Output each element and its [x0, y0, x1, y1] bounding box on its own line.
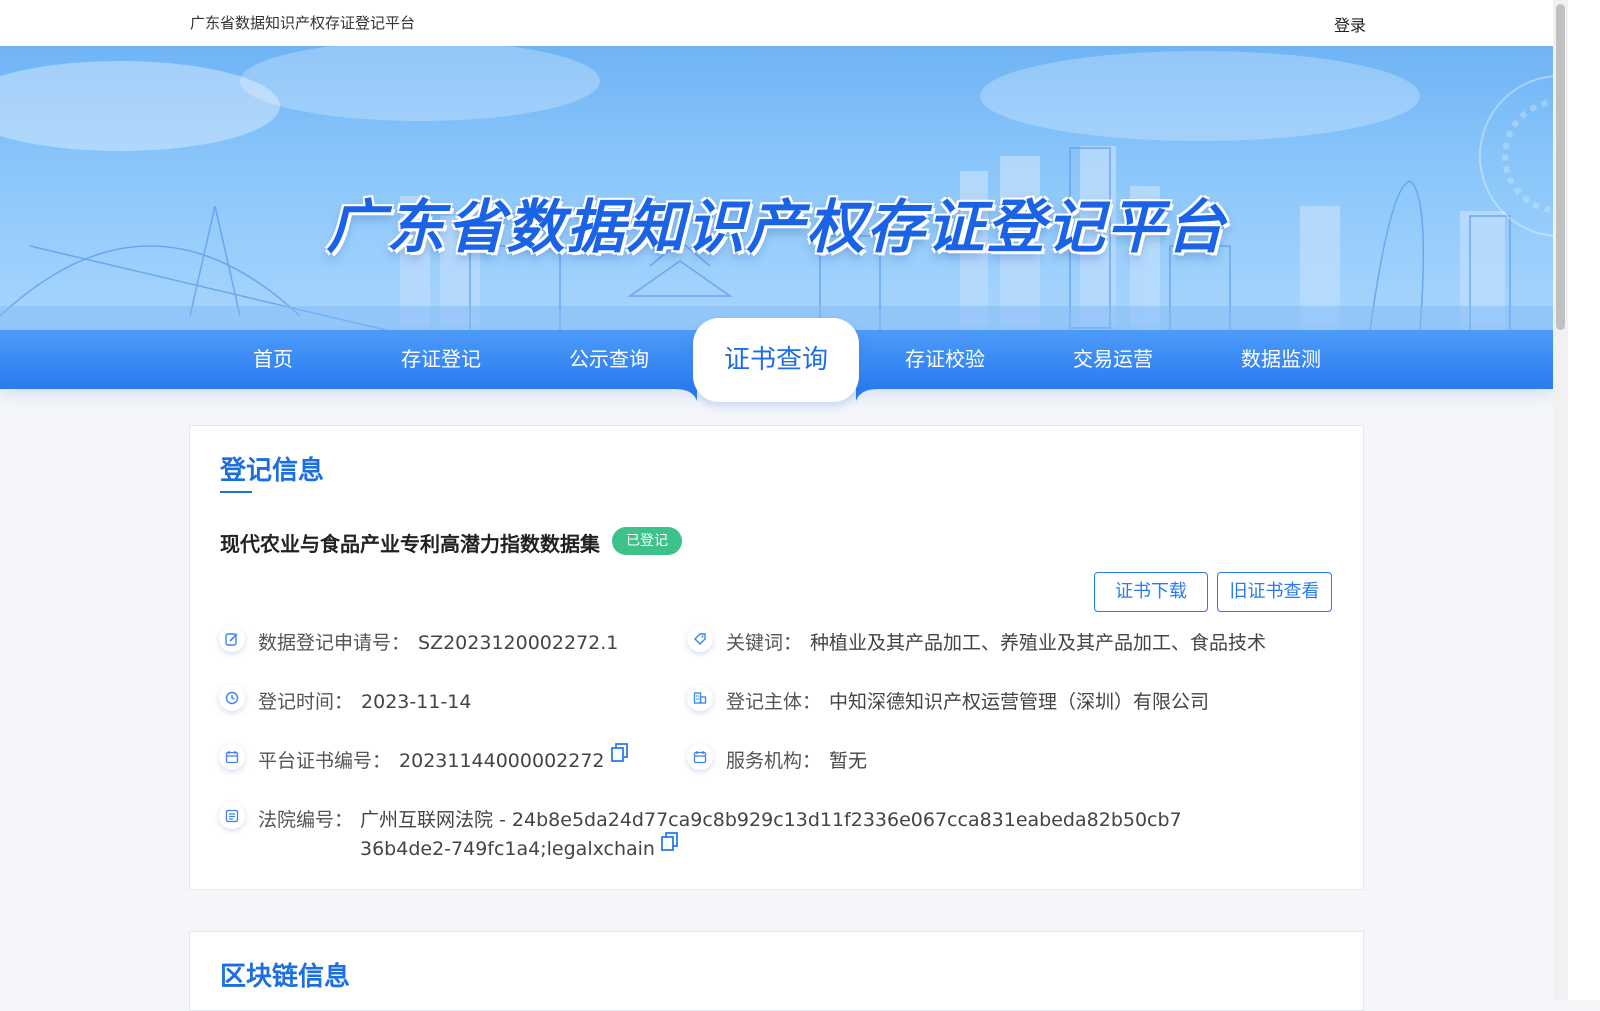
registration-info-card: 登记信息 现代农业与食品产业专利高潜力指数数据集 已登记 证书下载 旧证书查看 …: [189, 425, 1364, 890]
scrollbar-thumb[interactable]: [1556, 4, 1565, 330]
application-no-row: 数据登记申请号： SZ2023120002272.1: [258, 628, 618, 655]
court-no-value: 广州互联网法院 - 24b8e5da24d77ca9c8b929c13d11f2…: [360, 809, 1182, 860]
nav-item-monitor[interactable]: 数据监测: [1197, 330, 1365, 389]
copy-icon[interactable]: [661, 832, 679, 861]
application-no-label: 数据登记申请号：: [258, 632, 411, 654]
banner-title: 广东省数据知识产权存证登记平台: [326, 193, 1227, 261]
edit-icon: [219, 626, 245, 652]
blockchain-section-title: 区块链信息: [220, 962, 351, 992]
subject-row: 登记主体： 中知深德知识产权运营管理（深圳）有限公司: [726, 687, 1209, 714]
keywords-value: 种植业及其产品加工、养殖业及其产品加工、食品技术: [810, 632, 1267, 654]
nav-active-right-wing: [856, 389, 878, 401]
agency-value: 暂无: [829, 750, 868, 772]
dataset-name: 现代农业与食品产业专利高潜力指数数据集: [220, 532, 600, 556]
status-badge: 已登记: [612, 527, 682, 555]
nav-item-registration[interactable]: 存证登记: [357, 330, 525, 389]
nav-item-trade[interactable]: 交易运营: [1029, 330, 1197, 389]
copy-icon[interactable]: [610, 743, 629, 768]
login-link[interactable]: 登录: [1334, 12, 1366, 36]
cert-no-value: 20231144000002272: [399, 750, 605, 772]
section-underline: [220, 491, 252, 493]
cert-download-button[interactable]: 证书下载: [1094, 572, 1208, 612]
subject-value: 中知深德知识产权运营管理（深圳）有限公司: [829, 691, 1210, 713]
nav-item-public-query[interactable]: 公示查询: [525, 330, 693, 389]
application-no-value: SZ2023120002272.1: [418, 632, 619, 654]
company-icon: [687, 685, 713, 711]
agency-row: 服务机构： 暂无: [726, 746, 867, 773]
keywords-label: 关键词：: [726, 632, 803, 654]
cert-no-row: 平台证书编号： 20231144000002272: [258, 743, 629, 773]
top-bar: 广东省数据知识产权存证登记平台 登录: [0, 0, 1553, 46]
agency-label: 服务机构：: [726, 750, 822, 772]
calendar-icon: [687, 744, 713, 770]
subject-label: 登记主体：: [726, 691, 822, 713]
old-cert-view-button[interactable]: 旧证书查看: [1217, 572, 1332, 612]
court-no-label: 法院编号：: [258, 809, 354, 831]
reg-time-row: 登记时间： 2023-11-14: [258, 687, 471, 714]
blockchain-info-card: 区块链信息: [189, 931, 1364, 1011]
nav-item-cert-query-active[interactable]: 证书查询: [693, 318, 859, 402]
court-no-label-wrap: 法院编号：: [258, 805, 353, 832]
reg-time-label: 登记时间：: [258, 691, 354, 713]
document-icon: [219, 803, 245, 829]
hero-banner: 广东省数据知识产权存证登记平台: [0, 46, 1553, 331]
calendar-icon: [219, 744, 245, 770]
nav-item-verify[interactable]: 存证校验: [861, 330, 1029, 389]
tag-icon: [687, 626, 713, 652]
cert-no-label: 平台证书编号：: [258, 750, 392, 772]
right-gutter: [1568, 0, 1600, 1000]
reg-time-value: 2023-11-14: [361, 691, 472, 713]
court-no-row: 广州互联网法院 - 24b8e5da24d77ca9c8b929c13d11f2…: [360, 806, 1190, 864]
keywords-row: 关键词： 种植业及其产品加工、养殖业及其产品加工、食品技术: [726, 628, 1266, 655]
nav-item-home[interactable]: 首页: [189, 330, 357, 389]
clock-icon: [219, 685, 245, 711]
section-title: 登记信息: [220, 456, 325, 486]
nav-active-left-wing: [675, 389, 697, 401]
site-name[interactable]: 广东省数据知识产权存证登记平台: [190, 12, 415, 33]
page-scrollbar[interactable]: [1553, 0, 1568, 1000]
